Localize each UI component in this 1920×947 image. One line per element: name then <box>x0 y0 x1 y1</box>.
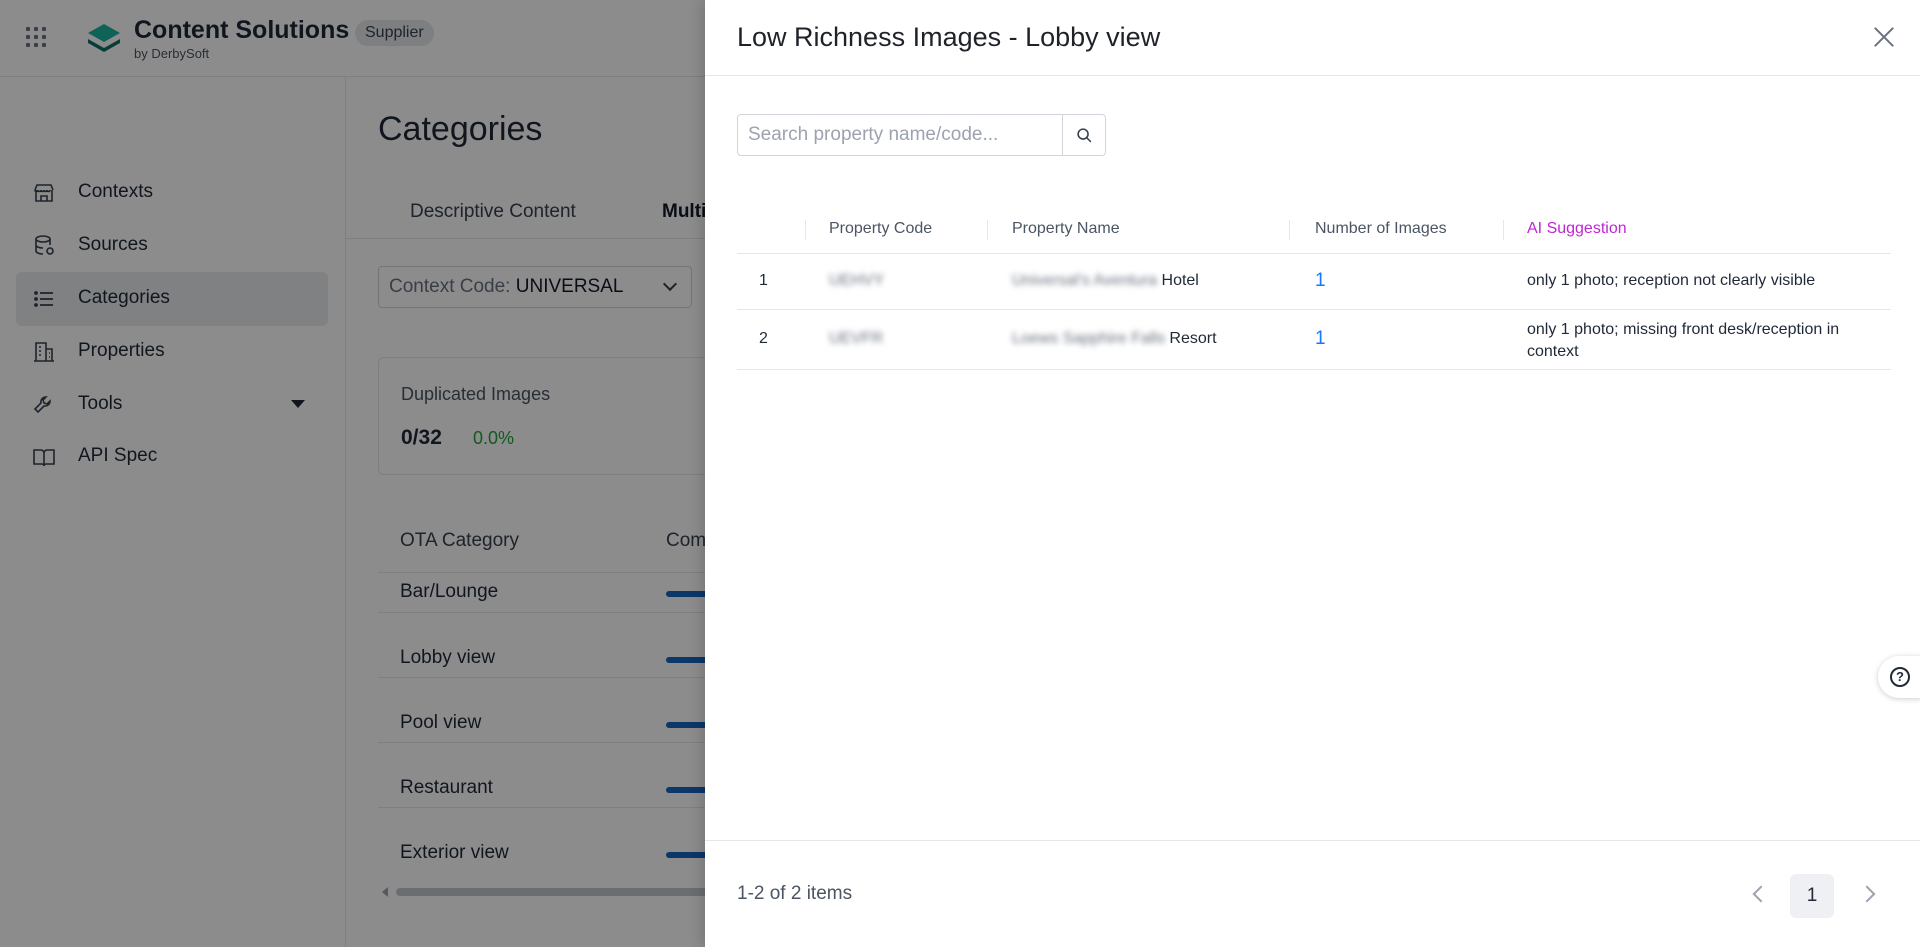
column-divider <box>1289 220 1290 240</box>
search-icon <box>1077 128 1092 143</box>
chevron-right-icon[interactable] <box>1858 885 1876 903</box>
drawer-header: Low Richness Images - Lobby view <box>705 0 1920 76</box>
property-code: UEHVY <box>829 272 885 289</box>
image-count-link[interactable]: 1 <box>1315 270 1326 292</box>
property-name: Loews Sapphire Falls Resort <box>1012 330 1217 348</box>
table-header: Property Code Property Name Number of Im… <box>737 208 1891 254</box>
image-count-link[interactable]: 1 <box>1315 328 1326 350</box>
property-name: Universal's Aventura Hotel <box>1012 272 1199 290</box>
column-header-number-of-images[interactable]: Number of Images <box>1315 220 1447 238</box>
search-input[interactable] <box>737 114 1063 156</box>
table-row[interactable]: 2 UEVFR Loews Sapphire Falls Resort 1 on… <box>737 310 1891 370</box>
property-name-visible: Hotel <box>1157 272 1199 289</box>
app-root: Content Solutions by DerbySoft Supplier … <box>0 0 1920 947</box>
row-index: 1 <box>759 272 768 289</box>
low-richness-drawer: Low Richness Images - Lobby view Propert… <box>705 0 1920 947</box>
drawer-footer: 1-2 of 2 items 1 <box>705 840 1920 947</box>
property-code: UEVFR <box>829 330 884 347</box>
ai-suggestion-text: only 1 photo; reception not clearly visi… <box>1527 272 1816 289</box>
column-divider <box>987 220 988 240</box>
drawer-title: Low Richness Images - Lobby view <box>737 22 1161 52</box>
property-name-visible: Resort <box>1164 330 1217 347</box>
search-button[interactable] <box>1062 114 1106 156</box>
property-name-blurred: Loews Sapphire Falls <box>1012 330 1165 347</box>
close-icon[interactable] <box>1871 24 1897 50</box>
help-button[interactable]: ? <box>1878 656 1920 698</box>
row-index: 2 <box>759 330 768 347</box>
help-icon: ? <box>1890 667 1910 687</box>
pagination-summary: 1-2 of 2 items <box>737 883 853 904</box>
pagination-page-1[interactable]: 1 <box>1790 874 1834 918</box>
chevron-left-icon[interactable] <box>1752 885 1770 903</box>
column-header-ai-suggestion[interactable]: AI Suggestion <box>1527 220 1627 238</box>
column-header-property-name[interactable]: Property Name <box>1012 220 1120 238</box>
property-name-blurred: Universal's Aventura <box>1012 272 1158 289</box>
ai-suggestion-text: only 1 photo; missing front desk/recepti… <box>1527 321 1840 360</box>
column-header-property-code[interactable]: Property Code <box>829 220 932 238</box>
table-row[interactable]: 1 UEHVY Universal's Aventura Hotel 1 onl… <box>737 254 1891 310</box>
modal-overlay[interactable] <box>0 0 705 947</box>
column-divider <box>1503 220 1504 240</box>
column-divider <box>805 220 806 240</box>
